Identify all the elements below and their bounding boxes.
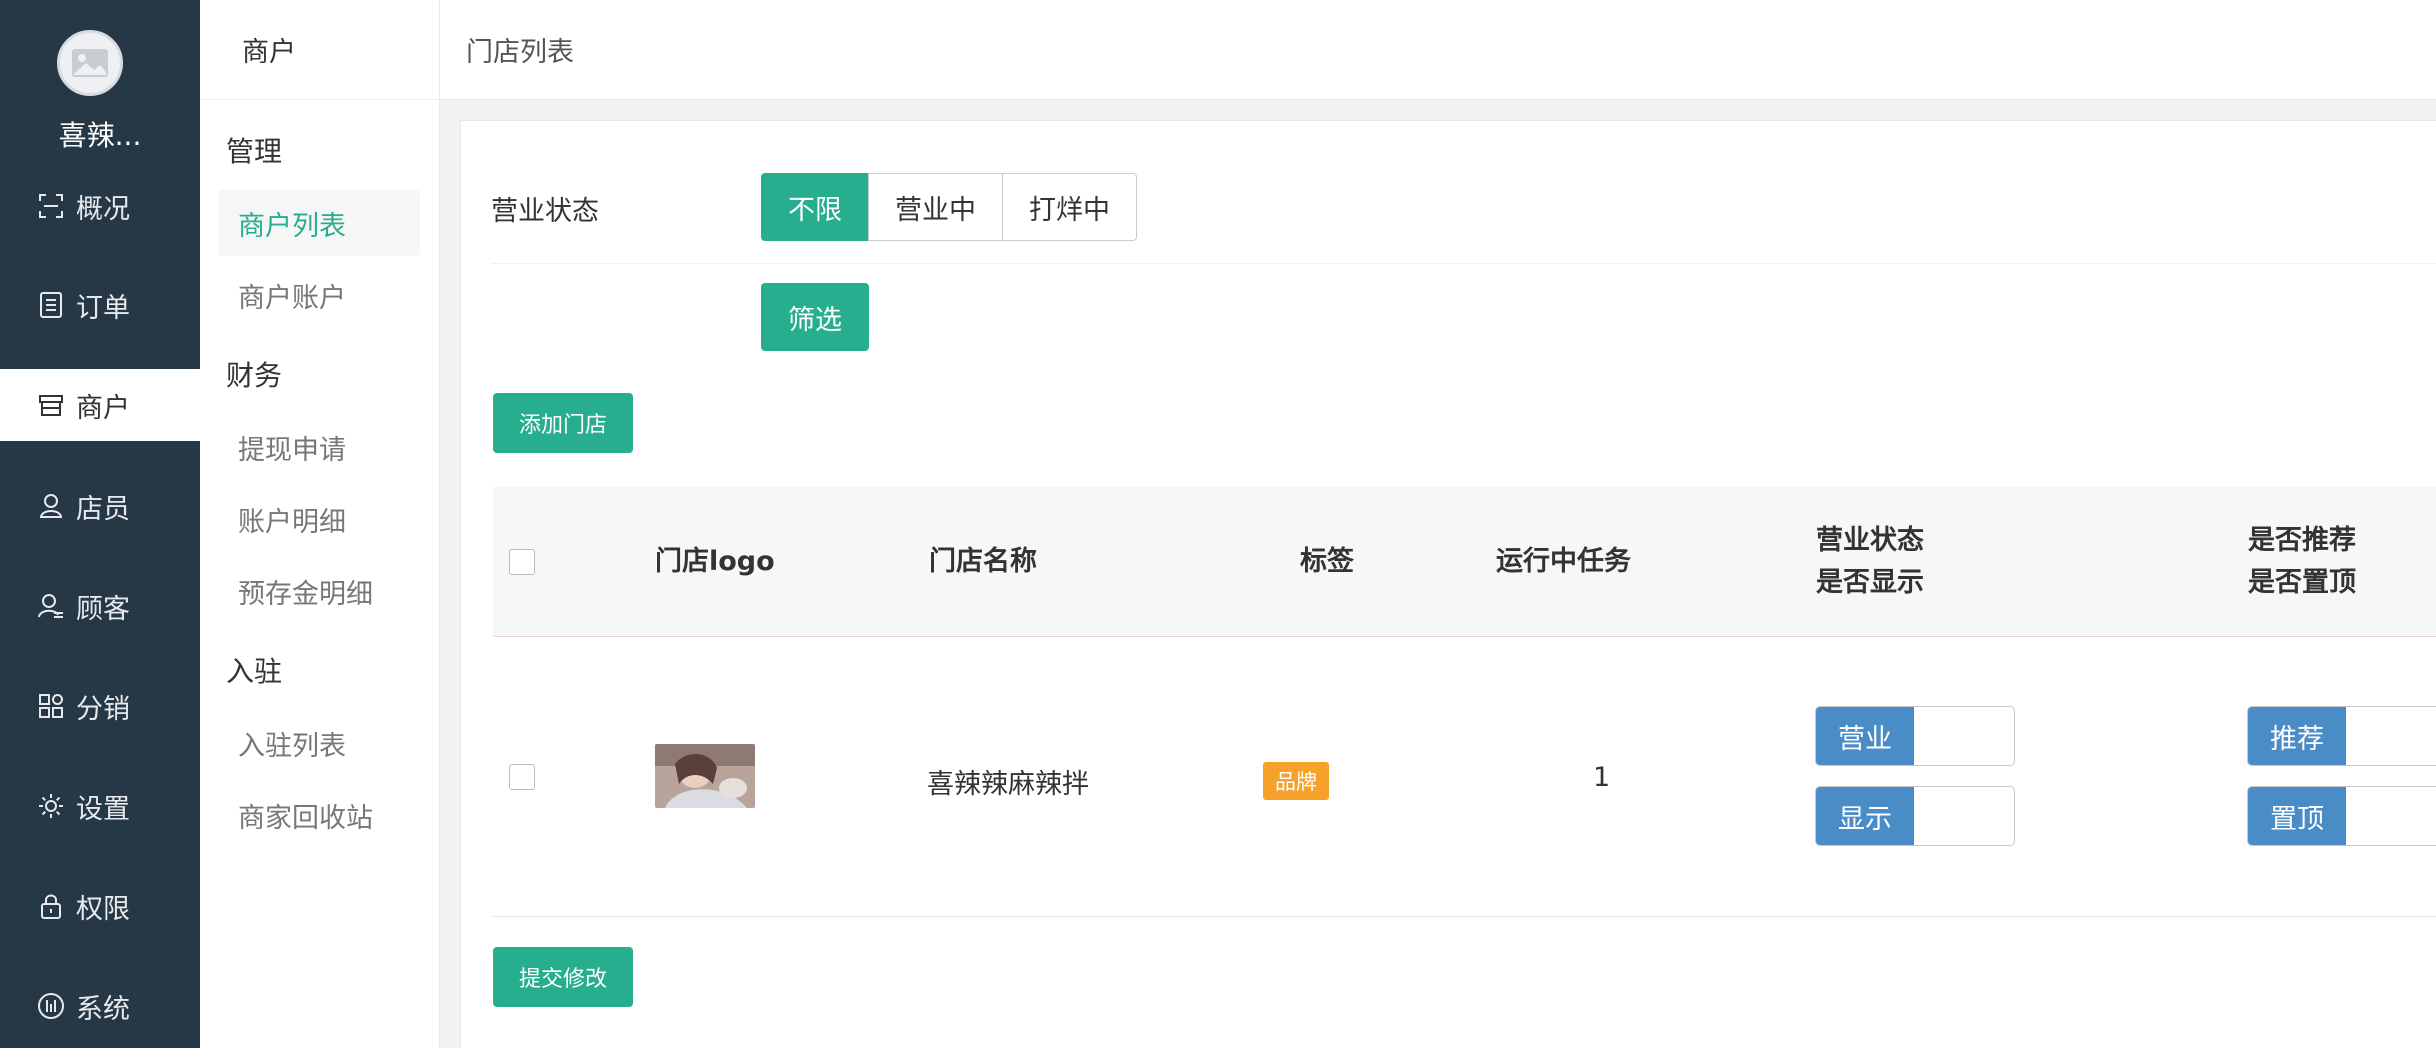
row-checkbox[interactable] [509, 764, 535, 790]
scan-icon [36, 191, 66, 221]
page-title: 门店列表 [440, 0, 2436, 100]
nav-item-overview[interactable]: 概况 [0, 170, 200, 242]
column-header-name: 门店名称 [929, 546, 1037, 577]
subnav-item-entry-list[interactable]: 入驻列表 [218, 710, 420, 776]
person-icon [36, 491, 66, 521]
gear-icon [36, 791, 66, 821]
nav-item-label: 订单 [76, 292, 130, 324]
nav-item-label: 系统 [76, 993, 130, 1025]
subnav-item-deposit-detail[interactable]: 预存金明细 [218, 558, 420, 624]
customer-icon [36, 591, 66, 621]
store-name-cell: 喜辣辣麻辣拌 [927, 769, 1089, 800]
lock-icon [36, 891, 66, 921]
running-tasks-cell: 1 [1593, 762, 1611, 793]
column-header-tag: 标签 [1300, 546, 1354, 577]
store-logo-image [655, 744, 755, 808]
image-placeholder-icon [72, 49, 108, 77]
divider [491, 263, 2436, 264]
filter-button[interactable]: 筛选 [761, 283, 869, 351]
pin-top-toggle-label: 置顶 [2248, 787, 2346, 845]
pin-top-toggle[interactable]: 置顶 [2247, 786, 2436, 846]
nav-item-label: 概况 [76, 193, 130, 225]
secondary-sidebar: 商户 管理 商户列表 商户账户 财务 提现申请 账户明细 预存金明细 入驻 入驻… [200, 0, 440, 1048]
add-store-button[interactable]: 添加门店 [493, 393, 633, 453]
nav-item-label: 店员 [76, 493, 130, 525]
store-name: 喜辣... [58, 119, 142, 152]
subnav-item-account-detail[interactable]: 账户明细 [218, 486, 420, 552]
nav-item-label: 权限 [76, 893, 130, 925]
subnav-item-merchant-account[interactable]: 商户账户 [218, 262, 420, 328]
select-all-checkbox[interactable] [509, 549, 535, 575]
nav-item-permissions[interactable]: 权限 [0, 870, 200, 942]
column-header-recommend: 是否推荐 是否置顶 [2248, 520, 2356, 604]
subnav-group-title: 入驻 [226, 655, 283, 688]
subnav-title: 商户 [200, 0, 440, 100]
nav-item-staff[interactable]: 店员 [0, 470, 200, 542]
table-row: 喜辣辣麻辣拌 品牌 1 营业 显示 推荐 置顶 [493, 638, 2436, 917]
filter-label: 营业状态 [491, 196, 599, 227]
nav-item-customers[interactable]: 顾客 [0, 570, 200, 642]
system-icon [36, 991, 66, 1021]
nav-item-settings[interactable]: 设置 [0, 770, 200, 842]
visible-toggle-label: 显示 [1816, 787, 1914, 845]
column-header-top-line: 是否置顶 [2248, 567, 2356, 598]
column-header-status-line: 营业状态 [1816, 525, 1924, 556]
filter-option-all[interactable]: 不限 [761, 173, 869, 241]
column-header-recommend-line: 是否推荐 [2248, 525, 2356, 556]
nav-item-label: 顾客 [76, 593, 130, 625]
filter-option-closed[interactable]: 打烊中 [1002, 173, 1137, 241]
column-header-visible-line: 是否显示 [1816, 567, 1924, 598]
subnav-group-title: 财务 [226, 359, 283, 392]
table-header: 门店logo 门店名称 标签 运行中任务 营业状态 是否显示 是否推荐 是否置顶 [493, 487, 2436, 637]
grid-icon [36, 691, 66, 721]
tag-badge: 品牌 [1263, 762, 1329, 800]
filter-option-open[interactable]: 营业中 [868, 173, 1003, 241]
visible-toggle[interactable]: 显示 [1815, 786, 2015, 846]
avatar[interactable] [57, 30, 123, 96]
nav-item-label: 商户 [76, 392, 130, 424]
open-toggle[interactable]: 营业 [1815, 706, 2015, 766]
open-toggle-label: 营业 [1816, 707, 1914, 765]
status-filter-group: 不限 营业中 打烊中 [761, 173, 1137, 241]
column-header-tasks: 运行中任务 [1496, 546, 1631, 577]
subnav-item-withdraw[interactable]: 提现申请 [218, 414, 420, 480]
store-icon [36, 390, 66, 420]
column-header-status: 营业状态 是否显示 [1816, 520, 1924, 604]
nav-item-distribution[interactable]: 分销 [0, 670, 200, 742]
recommend-toggle[interactable]: 推荐 [2247, 706, 2436, 766]
subnav-item-recycle-bin[interactable]: 商家回收站 [218, 782, 420, 848]
subnav-group-title: 管理 [226, 135, 283, 168]
nav-item-label: 设置 [76, 793, 130, 825]
nav-item-label: 分销 [76, 693, 130, 725]
column-header-logo: 门店logo [655, 546, 775, 577]
subnav-item-merchant-list[interactable]: 商户列表 [218, 190, 420, 256]
nav-item-merchant[interactable]: 商户 [0, 369, 200, 441]
submit-changes-button[interactable]: 提交修改 [493, 947, 633, 1007]
recommend-toggle-label: 推荐 [2248, 707, 2346, 765]
nav-item-orders[interactable]: 订单 [0, 269, 200, 341]
nav-item-system[interactable]: 系统 [0, 970, 200, 1042]
main-panel: 营业状态 不限 营业中 打烊中 筛选 添加门店 门店logo 门店名称 标签 运… [460, 120, 2436, 1048]
list-icon [36, 290, 66, 320]
main-sidebar: 喜辣... 概况 订单 商户 店员 顾客 分销 设置 权限 系统 [0, 0, 200, 1048]
app-root: 喜辣... 概况 订单 商户 店员 顾客 分销 设置 权限 系统 商户 管理 商… [0, 0, 2436, 1048]
